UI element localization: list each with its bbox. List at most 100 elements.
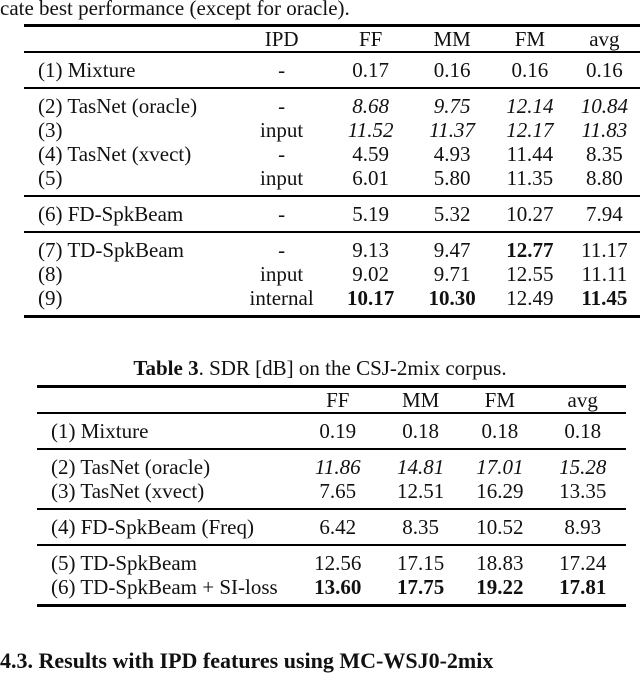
ff-cell: 11.52 [347, 118, 394, 142]
mm-cell: 14.81 [381, 448, 461, 479]
avg-cell: 0.16 [568, 51, 640, 88]
method-cell: (2) TasNet (oracle) [37, 448, 295, 479]
fm-cell: 19.22 [460, 575, 540, 607]
table-row: (8) input 9.02 9.71 12.55 11.11 [24, 262, 640, 286]
mm-cell: 12.51 [397, 479, 445, 503]
table2-body: (1) Mixture -0.17 0.16 0.16 0.16 (2) TasNet (… [24, 51, 640, 318]
ipd-cell: input [260, 118, 304, 142]
table-row: (2) TasNet (oracle) -8.68 9.75 12.14 10.84 [24, 87, 640, 118]
ff-cell: 9.13 [328, 231, 414, 262]
method-cell: (7) TD-SpkBeam [24, 231, 236, 262]
table-row: (7) TD-SpkBeam -9.13 9.47 12.77 11.17 [24, 231, 640, 262]
table-row: (6) TD-SpkBeam + SI-loss 13.60 17.75 19.22 1… [37, 575, 626, 607]
ff-cell: 6.01 [352, 166, 390, 190]
ff-cell: 0.19 [294, 412, 382, 449]
table2-sdr: IPD FF MM FM avg (1) Mixture -0.17 0.16 0.1… [24, 24, 640, 318]
ff-cell: 12.56 [294, 544, 382, 575]
table2-caption-fragment: cate best performance (except for oracle… [0, 0, 350, 20]
method-cell: (3) TasNet (xvect) [51, 479, 205, 503]
ff-cell: 0.17 [328, 51, 414, 88]
method-cell: (1) Mixture [24, 51, 236, 88]
avg-cell: 11.83 [581, 118, 628, 142]
table-row: (1) Mixture -0.17 0.16 0.16 0.16 [24, 51, 640, 88]
ff-cell: 8.68 [328, 87, 414, 118]
table3-header-fm: FM [460, 385, 540, 413]
avg-cell: 8.35 [586, 142, 623, 166]
method-cell: (5) [38, 166, 63, 190]
table3-header-mm: MM [381, 385, 461, 413]
table3-header-row: FF MM FM avg [37, 385, 626, 413]
avg-cell: 13.35 [559, 479, 607, 503]
avg-cell: 7.94 [568, 195, 640, 232]
mm-cell: 5.32 [413, 195, 491, 232]
avg-cell: 11.11 [581, 262, 628, 286]
table3-header-avg: avg [539, 385, 626, 413]
mm-cell: 8.35 [381, 508, 461, 545]
table-row: (9) internal 10.17 10.30 12.49 11.45 [24, 286, 640, 318]
ff-cell: 10.17 [328, 286, 414, 318]
mm-cell: 0.18 [381, 412, 461, 449]
ff-cell: 13.60 [294, 575, 382, 607]
table-row: (1) Mixture 0.19 0.18 0.18 0.18 [37, 412, 626, 449]
ff-cell: 5.19 [328, 195, 414, 232]
mm-cell: 17.15 [381, 544, 461, 575]
table-row: (6) FD-SpkBeam -5.19 5.32 10.27 7.94 [24, 195, 640, 232]
fm-cell: 12.17 [506, 118, 554, 142]
mm-cell: 0.16 [413, 51, 491, 88]
mm-cell: 9.71 [433, 262, 471, 286]
fm-cell: 12.77 [491, 231, 569, 262]
ipd-cell: internal [235, 286, 329, 318]
ff-cell: 9.02 [352, 262, 390, 286]
avg-cell: 8.80 [586, 166, 623, 190]
ff-cell: 4.59 [352, 142, 390, 166]
ff-cell: 6.42 [294, 508, 382, 545]
mm-cell: 17.75 [381, 575, 461, 607]
fm-cell: 0.18 [460, 412, 540, 449]
fm-cell: 10.27 [491, 195, 569, 232]
avg-cell: 0.18 [539, 412, 626, 449]
table3-caption-text: . SDR [dB] on the CSJ-2mix corpus. [198, 356, 507, 380]
table-row: (3) TasNet (xvect) 7.65 12.51 16.29 13.35 [37, 479, 626, 509]
fm-cell: 12.55 [506, 262, 554, 286]
ipd-cell: - [235, 231, 329, 262]
section-heading: 4.3. Results with IPD features using MC-… [0, 648, 494, 673]
ff-cell: 7.65 [319, 479, 357, 503]
table3-caption-label: Table 3 [133, 356, 199, 380]
fm-cell: 18.83 [460, 544, 540, 575]
ipd-cell: - [278, 142, 286, 166]
ipd-cell: - [235, 87, 329, 118]
avg-cell: 17.24 [539, 544, 626, 575]
method-cell: (9) [24, 286, 236, 318]
mm-cell: 9.47 [413, 231, 491, 262]
method-cell: (1) Mixture [37, 412, 295, 449]
method-cell: (2) TasNet (oracle) [24, 87, 236, 118]
table3-sdr-csj: FF MM FM avg (1) Mixture 0.19 0.18 0.18 0.18… [37, 385, 626, 607]
table-row: (4) TasNet (xvect) - 4.59 4.93 11.44 8.35 [24, 142, 640, 166]
fm-cell: 0.16 [491, 51, 569, 88]
table2-header-fm: FM [491, 24, 569, 52]
table2-header-ipd: IPD [235, 24, 329, 52]
method-cell: (4) FD-SpkBeam (Freq) [37, 508, 295, 545]
table3-caption: Table 3. SDR [dB] on the CSJ-2mix corpus… [0, 356, 640, 381]
table-row: (3) input 11.52 11.37 12.17 11.83 [24, 118, 640, 142]
table2-header-method [24, 24, 236, 52]
method-cell: (5) TD-SpkBeam [37, 544, 295, 575]
avg-cell: 8.93 [539, 508, 626, 545]
table-row: (5) TD-SpkBeam 12.56 17.15 18.83 17.24 [37, 544, 626, 575]
mm-cell: 4.93 [433, 142, 471, 166]
ff-cell: 11.86 [294, 448, 382, 479]
avg-cell: 11.17 [568, 231, 640, 262]
method-cell: (4) TasNet (xvect) [38, 142, 192, 166]
table2-header-mm: MM [413, 24, 491, 52]
fm-cell: 16.29 [476, 479, 524, 503]
table3-header-ff: FF [294, 385, 382, 413]
table-row: (5) input 6.01 5.80 11.35 8.80 [24, 166, 640, 196]
mm-cell: 5.80 [433, 166, 471, 190]
table-row: (2) TasNet (oracle) 11.86 14.81 17.01 15.28 [37, 448, 626, 479]
fm-cell: 11.44 [506, 142, 554, 166]
table-row: (4) FD-SpkBeam (Freq) 6.42 8.35 10.52 8.93 [37, 508, 626, 545]
mm-cell: 9.75 [413, 87, 491, 118]
fm-cell: 10.52 [460, 508, 540, 545]
fm-cell: 17.01 [460, 448, 540, 479]
avg-cell: 10.84 [568, 87, 640, 118]
